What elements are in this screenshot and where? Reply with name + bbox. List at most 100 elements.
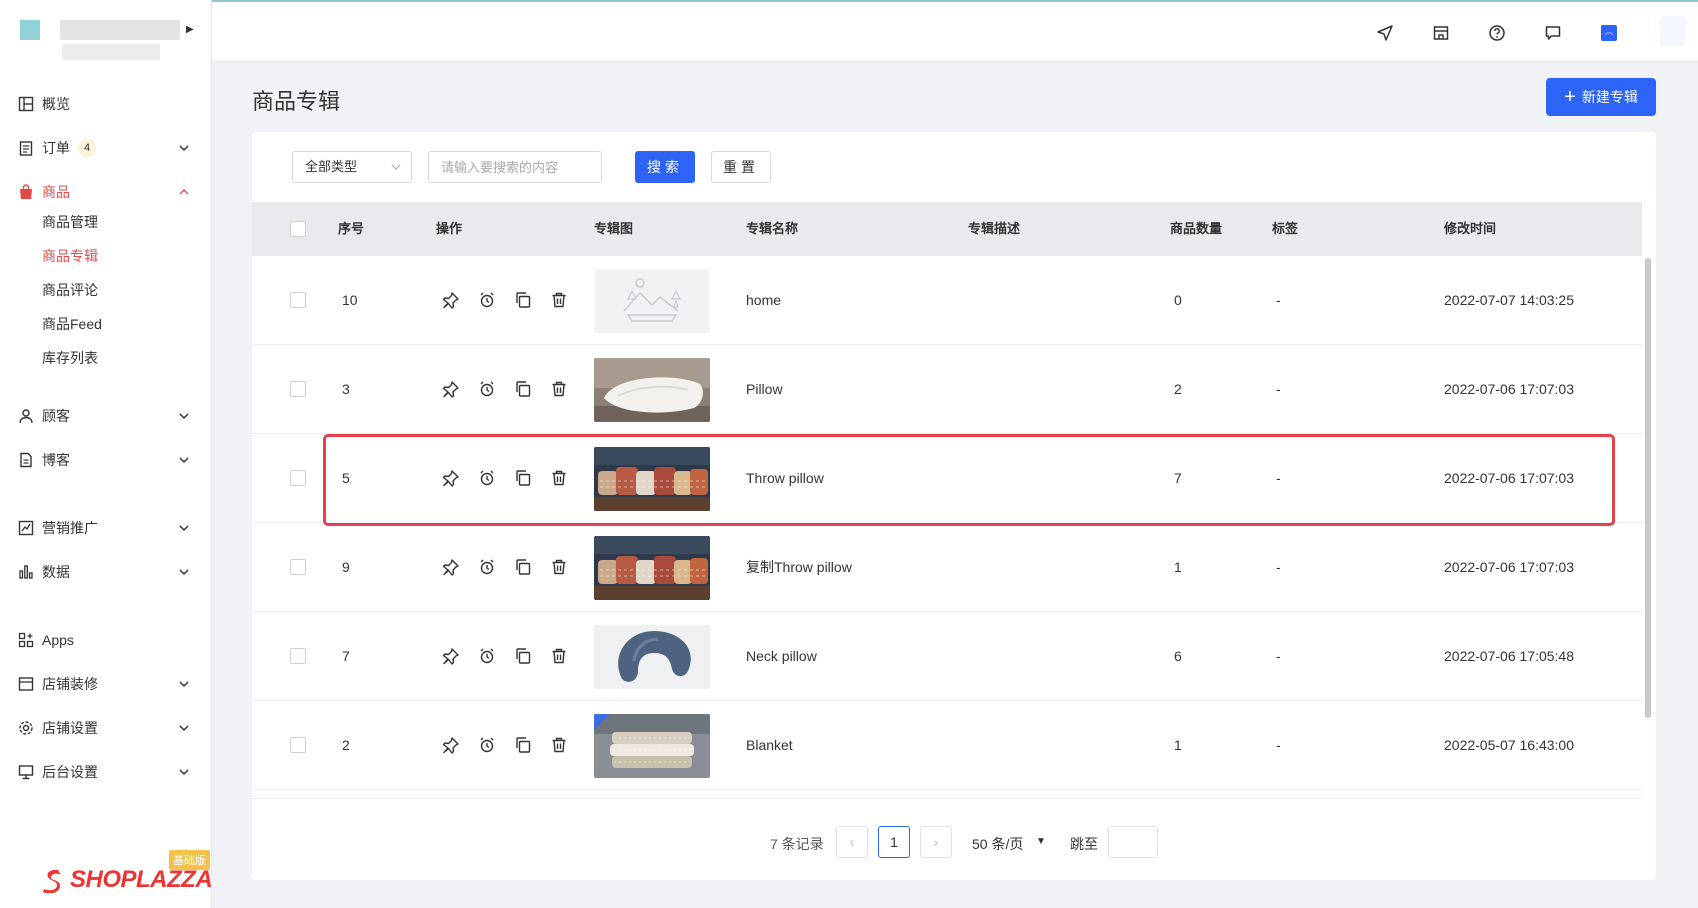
chevron-down-icon — [179, 569, 189, 576]
prev-page-button[interactable]: ‹ — [836, 826, 868, 858]
nav-admin-settings[interactable]: 后台设置 — [18, 758, 198, 786]
pagination: 7 条记录 ‹ 1 › 50 条/页 ▼ 跳至 — [252, 822, 1656, 862]
total-records: 7 条记录 — [770, 836, 824, 852]
store-name-redacted — [60, 20, 180, 40]
search-button[interactable]: 搜索 — [635, 151, 695, 183]
help-icon[interactable] — [1486, 22, 1508, 44]
nav-blog[interactable]: 博客 — [18, 446, 198, 474]
sub-nav-collections[interactable]: 商品专辑 — [42, 246, 98, 266]
nav-marketing[interactable]: 营销推广 — [18, 514, 198, 542]
copy-icon[interactable] — [512, 556, 534, 578]
alarm-icon[interactable] — [476, 645, 498, 667]
table-row[interactable]: 10 home 0 - 2022-07-07 14:03:25 — [252, 256, 1642, 345]
caret-down-icon[interactable]: ▼ — [1036, 836, 1046, 847]
row-modified: 2022-07-07 14:03:25 — [1444, 292, 1574, 308]
pin-icon[interactable] — [440, 289, 462, 311]
nav-orders-label: 订单 — [42, 140, 70, 156]
jump-label: 跳至 — [1070, 836, 1098, 852]
table-body: 10 home 0 - 2022-07-07 14:03:25 3 Pillow… — [252, 256, 1642, 796]
chevron-down-icon — [391, 164, 401, 170]
chevron-down-icon — [179, 413, 189, 420]
nav-apps[interactable]: Apps — [18, 626, 198, 654]
row-count: 6 — [1174, 648, 1182, 664]
copy-icon[interactable] — [512, 289, 534, 311]
horizontal-scrollbar[interactable] — [252, 798, 1642, 810]
page-size-select[interactable]: 50 条/页 — [972, 834, 1023, 854]
nav-products[interactable]: 商品 — [18, 178, 198, 206]
row-count: 1 — [1174, 559, 1182, 575]
row-checkbox[interactable] — [290, 648, 306, 664]
trash-icon[interactable] — [548, 734, 570, 756]
marketing-icon — [18, 520, 34, 536]
nav-store-settings-label: 店铺设置 — [42, 720, 98, 736]
trash-icon[interactable] — [548, 378, 570, 400]
user-icon — [18, 408, 34, 424]
pillow-image — [594, 358, 710, 422]
row-checkbox[interactable] — [290, 470, 306, 486]
nav-overview[interactable]: 概览 — [18, 90, 198, 118]
sub-nav-feed[interactable]: 商品Feed — [42, 314, 102, 334]
select-all-checkbox[interactable] — [290, 221, 306, 237]
copy-icon[interactable] — [512, 645, 534, 667]
copy-icon[interactable] — [512, 734, 534, 756]
trash-icon[interactable] — [548, 289, 570, 311]
chat-icon[interactable] — [1542, 22, 1564, 44]
nav-data-label: 数据 — [42, 564, 70, 580]
store-icon[interactable] — [1430, 22, 1452, 44]
reset-button[interactable]: 重置 — [711, 151, 771, 183]
trash-icon[interactable] — [548, 556, 570, 578]
scrollbar-thumb[interactable] — [1645, 258, 1651, 718]
header-count: 商品数量 — [1170, 221, 1223, 236]
pin-icon[interactable] — [440, 734, 462, 756]
alarm-icon[interactable] — [476, 556, 498, 578]
table-row[interactable]: 9 复制Throw pillow 1 - 2022-07-06 17:07:03 — [252, 523, 1642, 612]
type-filter-select[interactable]: 全部类型 — [292, 151, 412, 183]
table-row[interactable]: 3 Pillow 2 - 2022-07-06 17:07:03 — [252, 345, 1642, 434]
table-row[interactable]: 2 Blanket 1 - 2022-05-07 16:43:00 — [252, 701, 1642, 790]
notification-icon[interactable] — [1598, 22, 1620, 44]
row-highlight-box — [323, 434, 1615, 526]
chevron-up-icon — [179, 188, 189, 195]
nav-store-design-label: 店铺装修 — [42, 676, 98, 692]
next-page-button[interactable]: › — [920, 826, 952, 858]
top-bar — [212, 0, 1698, 62]
jump-page-input[interactable] — [1108, 826, 1158, 858]
table-header: 序号 操作 专辑图 专辑名称 专辑描述 商品数量 标签 修改时间 — [252, 202, 1642, 256]
table-row[interactable]: 7 Neck pillow 6 - 2022-07-06 17:05:48 — [252, 612, 1642, 701]
row-tags: - — [1276, 292, 1281, 308]
send-icon[interactable] — [1374, 22, 1396, 44]
row-tags: - — [1276, 559, 1281, 575]
row-actions — [440, 556, 570, 578]
row-checkbox[interactable] — [290, 381, 306, 397]
vertical-scrollbar[interactable] — [1644, 256, 1652, 718]
avatar[interactable] — [1660, 16, 1686, 46]
pin-icon[interactable] — [440, 378, 462, 400]
row-checkbox[interactable] — [290, 737, 306, 753]
alarm-icon[interactable] — [476, 378, 498, 400]
sub-nav-product-management[interactable]: 商品管理 — [42, 212, 98, 232]
header-modified: 修改时间 — [1444, 221, 1497, 236]
page-1-button[interactable]: 1 — [878, 826, 910, 858]
nav-orders[interactable]: 订单 4 — [18, 134, 198, 162]
nav-store-design[interactable]: 店铺装修 — [18, 670, 198, 698]
row-checkbox[interactable] — [290, 292, 306, 308]
alarm-icon[interactable] — [476, 289, 498, 311]
chevron-down-icon — [179, 725, 189, 732]
pin-icon[interactable] — [440, 645, 462, 667]
new-collection-button[interactable]: + 新建专辑 — [1546, 78, 1656, 116]
nav-data[interactable]: 数据 — [18, 558, 198, 586]
copy-icon[interactable] — [512, 378, 534, 400]
alarm-icon[interactable] — [476, 734, 498, 756]
pin-icon[interactable] — [440, 556, 462, 578]
nav-blog-label: 博客 — [42, 452, 70, 468]
trash-icon[interactable] — [548, 645, 570, 667]
sub-nav-reviews[interactable]: 商品评论 — [42, 280, 98, 300]
store-switcher[interactable]: ▶ — [18, 18, 198, 60]
row-checkbox[interactable] — [290, 559, 306, 575]
nav-customers[interactable]: 顾客 — [18, 402, 198, 430]
nav-products-label: 商品 — [42, 184, 70, 200]
nav-store-settings[interactable]: 店铺设置 — [18, 714, 198, 742]
chevron-down-icon — [179, 145, 189, 152]
search-input[interactable] — [428, 151, 602, 183]
sub-nav-inventory[interactable]: 库存列表 — [42, 348, 98, 368]
